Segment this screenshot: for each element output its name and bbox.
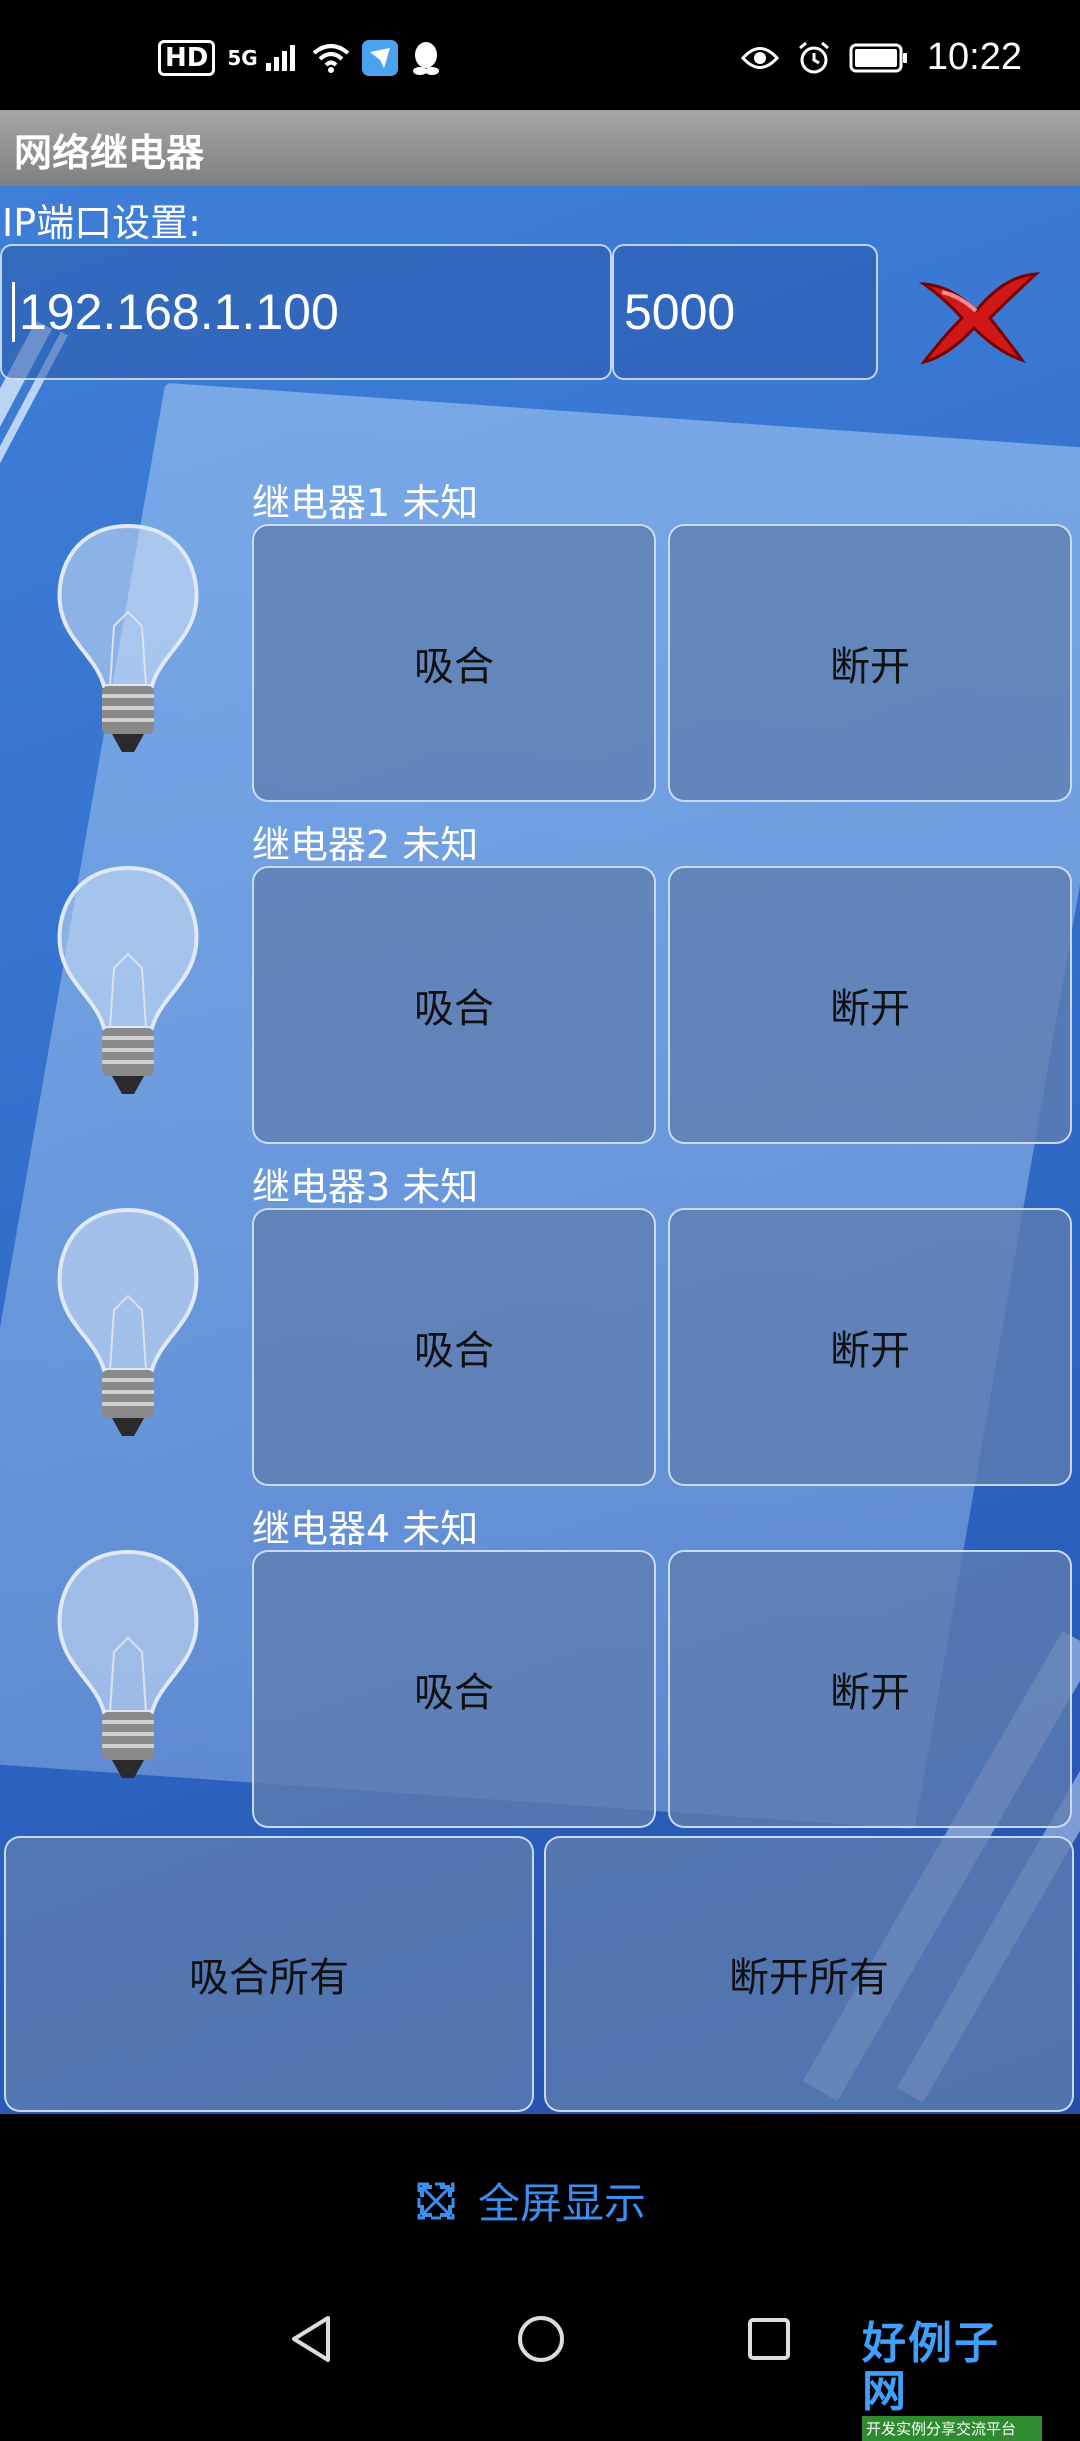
ip-address-value: 192.168.1.100 <box>19 284 339 340</box>
light-bulb-icon <box>48 858 208 1108</box>
clock: 10:22 <box>926 36 1022 78</box>
relay-3-on-label: 吸合 <box>414 1328 494 1374</box>
relay-3-on-button[interactable]: 吸合 <box>252 1208 656 1486</box>
relay-1-label: 继电器1 未知 <box>252 481 479 525</box>
status-right: 10:22 <box>740 36 1022 79</box>
fullscreen-icon <box>416 2181 456 2221</box>
light-bulb-icon <box>48 1200 208 1450</box>
app-title: 网络继电器 <box>14 131 205 175</box>
all-on-button[interactable]: 吸合所有 <box>4 1836 534 2112</box>
wifi-icon <box>312 43 350 73</box>
app-notification-icon <box>361 40 398 76</box>
logo-main-text: 好例子网 <box>862 2318 1000 2417</box>
relay-4-on-label: 吸合 <box>414 1670 494 1716</box>
signal-icon <box>264 43 300 73</box>
fullscreen-label: 全屏显示 <box>478 2179 647 2228</box>
fullscreen-button[interactable]: 全屏显示 <box>416 2170 646 2231</box>
relay-2-off-button[interactable]: 断开 <box>668 866 1072 1144</box>
network-type: 5G <box>227 46 258 70</box>
light-bulb-icon <box>48 516 208 766</box>
relay-4-on-button[interactable]: 吸合 <box>252 1550 656 1828</box>
app-content: IP端口设置: 192.168.1.100 5000 继电器1 未知 吸合 断开… <box>0 186 1080 2114</box>
relay-2-off-label: 断开 <box>830 986 910 1032</box>
all-off-button[interactable]: 断开所有 <box>544 1836 1074 2112</box>
fullscreen-bar: 全屏显示 <box>0 2114 1080 2284</box>
all-on-label: 吸合所有 <box>189 1955 349 2001</box>
logo-sub-text: 开发实例分享交流平台 <box>862 2416 1042 2441</box>
relay-1-on-button[interactable]: 吸合 <box>252 524 656 802</box>
battery-icon <box>849 43 909 73</box>
back-icon[interactable] <box>286 2312 336 2370</box>
relay-3-off-button[interactable]: 断开 <box>668 1208 1072 1486</box>
relay-4-off-label: 断开 <box>830 1670 910 1716</box>
relay-2-on-label: 吸合 <box>414 986 494 1032</box>
relay-2-label: 继电器2 未知 <box>252 823 479 867</box>
relay-4-label: 继电器4 未知 <box>252 1507 479 1551</box>
status-bar: HD 5G 10:22 <box>0 0 1080 110</box>
hd-badge: HD <box>158 40 216 76</box>
light-bulb-icon <box>48 1542 208 1792</box>
qq-icon <box>410 40 442 76</box>
home-icon[interactable] <box>514 2312 568 2370</box>
relay-2-on-button[interactable]: 吸合 <box>252 866 656 1144</box>
recents-icon[interactable] <box>744 2312 794 2370</box>
text-cursor <box>12 282 15 342</box>
port-value: 5000 <box>624 284 736 340</box>
alarm-icon <box>797 41 831 75</box>
relay-1-on-label: 吸合 <box>414 644 494 690</box>
eye-icon <box>740 45 779 71</box>
relay-3-off-label: 断开 <box>830 1328 910 1374</box>
status-left: HD 5G <box>158 40 442 76</box>
relay-3-label: 继电器3 未知 <box>252 1165 479 1209</box>
relay-4-off-button[interactable]: 断开 <box>668 1550 1072 1828</box>
relay-1-off-button[interactable]: 断开 <box>668 524 1072 802</box>
ip-port-label: IP端口设置: <box>2 201 201 245</box>
port-input[interactable]: 5000 <box>612 244 878 380</box>
all-off-label: 断开所有 <box>729 1955 889 2001</box>
relay-1-off-label: 断开 <box>830 644 910 690</box>
close-icon[interactable] <box>912 256 1042 366</box>
site-logo: 好例子网 开发实例分享交流平台 <box>862 2320 1042 2441</box>
ip-address-input[interactable]: 192.168.1.100 <box>0 244 612 380</box>
app-title-bar: 网络继电器 <box>0 110 1080 188</box>
